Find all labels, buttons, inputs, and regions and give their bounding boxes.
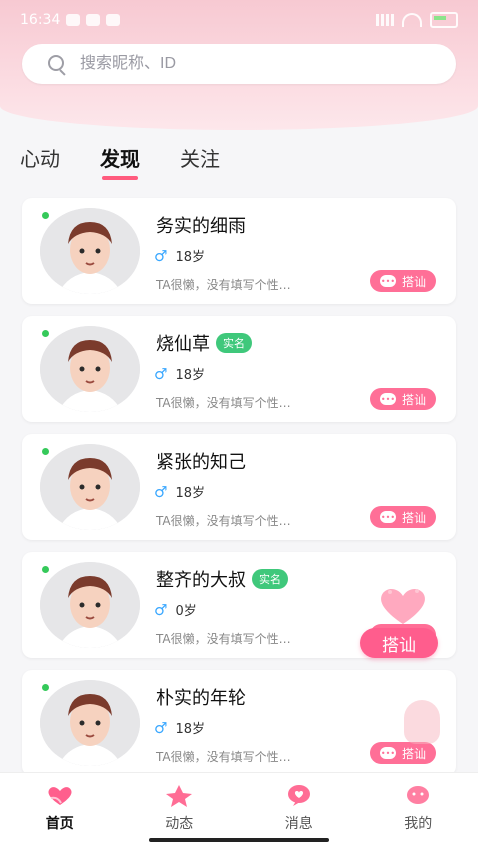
greet-label: 搭讪 xyxy=(401,510,426,525)
male-icon: ♂ xyxy=(154,718,168,737)
user-card[interactable]: 紧张的知己 ♂ 18岁 TA很懒，没有填写个性… ••• 搭讪 xyxy=(22,434,456,540)
home-indicator xyxy=(149,838,329,842)
user-name: 朴实的年轮 xyxy=(156,688,246,708)
nav-home[interactable]: 首页 xyxy=(15,783,105,833)
avatar-illustration xyxy=(40,444,140,530)
user-age: 18岁 xyxy=(175,368,205,383)
online-status-dot xyxy=(42,566,49,573)
nav-profile[interactable]: 我的 xyxy=(373,783,463,833)
avatar[interactable] xyxy=(40,208,140,294)
profile-icon xyxy=(401,783,435,807)
signal-icon xyxy=(376,14,394,26)
male-icon: ♂ xyxy=(154,364,168,383)
avatar-illustration xyxy=(40,326,140,412)
greet-label: 搭讪 xyxy=(401,274,426,289)
online-status-dot xyxy=(42,330,49,337)
heart-particles-icon[interactable] xyxy=(372,582,434,628)
chat-bubble-icon: ••• xyxy=(379,275,396,287)
male-icon: ♂ xyxy=(154,482,168,501)
user-bio: TA很懒，没有填写个性… xyxy=(156,632,291,646)
user-name: 务实的细雨 xyxy=(156,216,246,236)
bottom-nav: 首页 动态 消息 我的 xyxy=(0,772,478,861)
user-age: 0岁 xyxy=(175,604,197,619)
status-time: 16:34 xyxy=(20,12,61,28)
online-status-dot xyxy=(42,684,49,691)
tab-discover[interactable]: 发现 xyxy=(100,143,140,180)
search-icon xyxy=(48,55,66,73)
user-card[interactable]: 朴实的年轮 ♂ 18岁 TA很懒，没有填写个性… ••• 搭讪 xyxy=(22,670,456,776)
header-background: 16:34 xyxy=(0,0,478,130)
verified-badge: 实名 xyxy=(252,569,288,589)
user-name: 烧仙草 xyxy=(156,334,210,354)
user-bio: TA很懒，没有填写个性… xyxy=(156,514,291,528)
star-icon xyxy=(162,783,196,807)
avatar-illustration xyxy=(40,562,140,648)
tab-follow[interactable]: 关注 xyxy=(180,143,220,172)
user-name: 紧张的知己 xyxy=(156,452,246,472)
top-tabs: 心动 发现 关注 xyxy=(20,143,220,180)
chat-bubble-icon: ••• xyxy=(379,511,396,523)
chat-bubble-icon: ••• xyxy=(379,393,396,405)
greet-label: 搭讪 xyxy=(401,392,426,407)
chat-bubble-icon: ••• xyxy=(379,747,396,759)
greet-label: 搭讪 xyxy=(401,746,426,761)
male-icon: ♂ xyxy=(154,246,168,265)
user-name: 整齐的大叔 xyxy=(156,570,246,590)
floating-greet-button[interactable]: 搭讪 xyxy=(360,628,438,658)
greet-button[interactable]: ••• 搭讪 xyxy=(370,506,436,528)
user-age: 18岁 xyxy=(175,486,205,501)
avatar[interactable] xyxy=(40,562,140,648)
male-icon: ♂ xyxy=(154,600,168,619)
user-age: 18岁 xyxy=(175,250,205,265)
decorative-lamp-icon xyxy=(404,700,440,744)
user-list: 务实的细雨 ♂ 18岁 TA很懒，没有填写个性… ••• 搭讪 烧仙草 实名 ♂… xyxy=(22,198,456,788)
search-bar[interactable] xyxy=(22,44,456,84)
message-icon xyxy=(106,14,121,26)
user-bio: TA很懒，没有填写个性… xyxy=(156,278,291,292)
avatar[interactable] xyxy=(40,680,140,766)
online-status-dot xyxy=(42,448,49,455)
user-card[interactable]: 务实的细雨 ♂ 18岁 TA很懒，没有填写个性… ••• 搭讪 xyxy=(22,198,456,304)
search-input[interactable] xyxy=(78,54,456,74)
verified-badge: 实名 xyxy=(216,333,252,353)
user-bio: TA很懒，没有填写个性… xyxy=(156,750,291,764)
avatar[interactable] xyxy=(40,444,140,530)
online-status-dot xyxy=(42,212,49,219)
tab-heartbeat[interactable]: 心动 xyxy=(20,143,60,172)
avatar[interactable] xyxy=(40,326,140,412)
app-icon xyxy=(86,14,101,26)
user-bio: TA很懒，没有填写个性… xyxy=(156,396,291,410)
nav-messages[interactable]: 消息 xyxy=(254,783,344,833)
wifi-icon xyxy=(402,13,422,27)
status-bar: 16:34 xyxy=(20,10,458,30)
notification-icon xyxy=(66,14,81,26)
user-card[interactable]: 烧仙草 实名 ♂ 18岁 TA很懒，没有填写个性… ••• 搭讪 xyxy=(22,316,456,422)
nav-moments[interactable]: 动态 xyxy=(134,783,224,833)
greet-button[interactable]: ••• 搭讪 xyxy=(370,270,436,292)
greet-button[interactable]: ••• 搭讪 xyxy=(370,388,436,410)
user-age: 18岁 xyxy=(175,722,205,737)
heart-hands-icon xyxy=(43,783,77,807)
avatar-illustration xyxy=(40,208,140,294)
avatar-illustration xyxy=(40,680,140,766)
greet-button[interactable]: ••• 搭讪 xyxy=(370,742,436,764)
battery-icon xyxy=(430,12,458,28)
chat-icon xyxy=(282,783,316,807)
